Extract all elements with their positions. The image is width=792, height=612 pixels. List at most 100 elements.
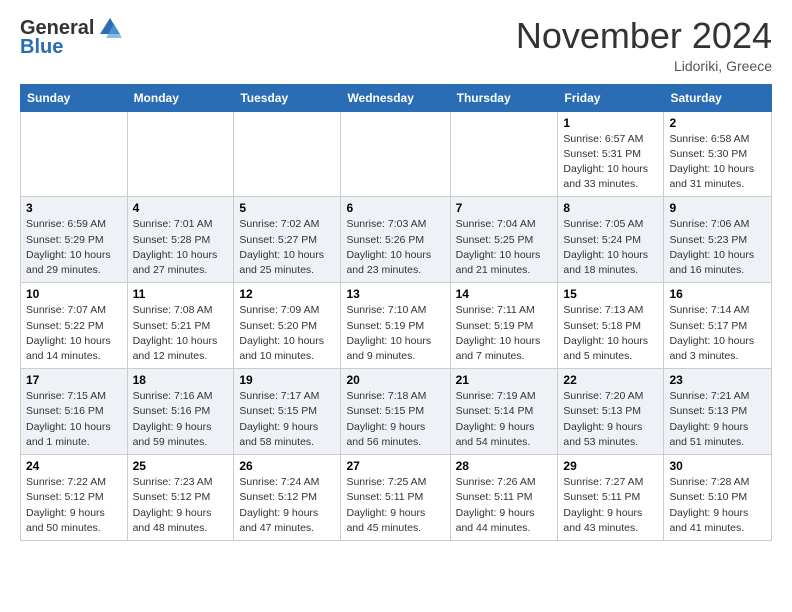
day-number: 16 bbox=[669, 287, 766, 301]
calendar-cell-2-6: 16 Sunrise: 7:14 AMSunset: 5:17 PMDayligh… bbox=[664, 283, 772, 369]
calendar-cell-4-6: 30 Sunrise: 7:28 AMSunset: 5:10 PMDayligh… bbox=[664, 455, 772, 541]
day-number: 25 bbox=[133, 459, 229, 473]
day-number: 12 bbox=[239, 287, 335, 301]
day-info: Sunrise: 7:06 AMSunset: 5:23 PMDaylight:… bbox=[669, 217, 766, 278]
day-info: Sunrise: 7:27 AMSunset: 5:11 PMDaylight:… bbox=[563, 475, 658, 536]
calendar-cell-0-3 bbox=[341, 111, 450, 197]
day-info: Sunrise: 7:25 AMSunset: 5:11 PMDaylight:… bbox=[346, 475, 444, 536]
day-info: Sunrise: 7:14 AMSunset: 5:17 PMDaylight:… bbox=[669, 303, 766, 364]
title-area: November 2024 Lidoriki, Greece bbox=[516, 16, 772, 74]
day-number: 26 bbox=[239, 459, 335, 473]
calendar-cell-0-1 bbox=[127, 111, 234, 197]
calendar-cell-3-0: 17Sunrise: 7:15 AMSunset: 5:16 PMDayligh… bbox=[21, 369, 128, 455]
day-info: Sunrise: 7:23 AMSunset: 5:12 PMDaylight:… bbox=[133, 475, 229, 536]
day-info: Sunrise: 7:28 AMSunset: 5:10 PMDaylight:… bbox=[669, 475, 766, 536]
calendar-cell-4-1: 25 Sunrise: 7:23 AMSunset: 5:12 PMDayligh… bbox=[127, 455, 234, 541]
day-info: Sunrise: 7:08 AMSunset: 5:21 PMDaylight:… bbox=[133, 303, 229, 364]
calendar-cell-2-2: 12 Sunrise: 7:09 AMSunset: 5:20 PMDayligh… bbox=[234, 283, 341, 369]
logo-area: General Blue bbox=[20, 16, 122, 59]
calendar-cell-2-4: 14 Sunrise: 7:11 AMSunset: 5:19 PMDayligh… bbox=[450, 283, 558, 369]
calendar-row-1: 3 Sunrise: 6:59 AMSunset: 5:29 PMDaylight… bbox=[21, 197, 772, 283]
day-number: 28 bbox=[456, 459, 553, 473]
calendar-cell-0-2 bbox=[234, 111, 341, 197]
header-thursday: Thursday bbox=[450, 84, 558, 111]
calendar-row-4: 24 Sunrise: 7:22 AMSunset: 5:12 PMDayligh… bbox=[21, 455, 772, 541]
calendar-cell-3-5: 22 Sunrise: 7:20 AMSunset: 5:13 PMDayligh… bbox=[558, 369, 664, 455]
header-saturday: Saturday bbox=[664, 84, 772, 111]
location: Lidoriki, Greece bbox=[516, 58, 772, 74]
day-number: 7 bbox=[456, 201, 553, 215]
calendar-cell-0-4 bbox=[450, 111, 558, 197]
day-number: 8 bbox=[563, 201, 658, 215]
day-info: Sunrise: 7:09 AMSunset: 5:20 PMDaylight:… bbox=[239, 303, 335, 364]
day-number: 24 bbox=[26, 459, 122, 473]
day-info: Sunrise: 7:24 AMSunset: 5:12 PMDaylight:… bbox=[239, 475, 335, 536]
calendar-cell-4-5: 29 Sunrise: 7:27 AMSunset: 5:11 PMDayligh… bbox=[558, 455, 664, 541]
day-info: Sunrise: 7:22 AMSunset: 5:12 PMDaylight:… bbox=[26, 475, 122, 536]
day-info: Sunrise: 7:03 AMSunset: 5:26 PMDaylight:… bbox=[346, 217, 444, 278]
day-info: Sunrise: 6:58 AMSunset: 5:30 PMDaylight:… bbox=[669, 132, 766, 193]
day-number: 30 bbox=[669, 459, 766, 473]
day-number: 10 bbox=[26, 287, 122, 301]
calendar-cell-3-2: 19 Sunrise: 7:17 AMSunset: 5:15 PMDayligh… bbox=[234, 369, 341, 455]
day-number: 15 bbox=[563, 287, 658, 301]
header-monday: Monday bbox=[127, 84, 234, 111]
day-number: 17 bbox=[26, 373, 122, 387]
day-info: Sunrise: 7:16 AMSunset: 5:16 PMDaylight:… bbox=[133, 389, 229, 450]
day-info: Sunrise: 7:26 AMSunset: 5:11 PMDaylight:… bbox=[456, 475, 553, 536]
calendar-cell-0-6: 2 Sunrise: 6:58 AMSunset: 5:30 PMDaylight… bbox=[664, 111, 772, 197]
calendar-cell-4-4: 28 Sunrise: 7:26 AMSunset: 5:11 PMDayligh… bbox=[450, 455, 558, 541]
day-number: 20 bbox=[346, 373, 444, 387]
day-info: Sunrise: 7:18 AMSunset: 5:15 PMDaylight:… bbox=[346, 389, 444, 450]
calendar-cell-3-6: 23Sunrise: 7:21 AMSunset: 5:13 PMDayligh… bbox=[664, 369, 772, 455]
day-number: 6 bbox=[346, 201, 444, 215]
header-wednesday: Wednesday bbox=[341, 84, 450, 111]
calendar-cell-0-0 bbox=[21, 111, 128, 197]
day-info: Sunrise: 7:21 AMSunset: 5:13 PMDaylight:… bbox=[669, 389, 766, 450]
calendar-cell-1-2: 5Sunrise: 7:02 AMSunset: 5:27 PMDaylight… bbox=[234, 197, 341, 283]
day-number: 2 bbox=[669, 116, 766, 130]
calendar-cell-2-5: 15 Sunrise: 7:13 AMSunset: 5:18 PMDayligh… bbox=[558, 283, 664, 369]
calendar-cell-3-3: 20 Sunrise: 7:18 AMSunset: 5:15 PMDayligh… bbox=[341, 369, 450, 455]
day-number: 22 bbox=[563, 373, 658, 387]
logo-blue-text: Blue bbox=[20, 36, 63, 59]
day-number: 18 bbox=[133, 373, 229, 387]
calendar-cell-2-0: 10Sunrise: 7:07 AMSunset: 5:22 PMDayligh… bbox=[21, 283, 128, 369]
day-info: Sunrise: 7:04 AMSunset: 5:25 PMDaylight:… bbox=[456, 217, 553, 278]
month-title: November 2024 bbox=[516, 16, 772, 56]
day-info: Sunrise: 6:57 AMSunset: 5:31 PMDaylight:… bbox=[563, 132, 658, 193]
header-sunday: Sunday bbox=[21, 84, 128, 111]
day-number: 29 bbox=[563, 459, 658, 473]
day-number: 19 bbox=[239, 373, 335, 387]
calendar-cell-1-5: 8 Sunrise: 7:05 AMSunset: 5:24 PMDaylight… bbox=[558, 197, 664, 283]
logo-icon bbox=[98, 16, 122, 40]
day-info: Sunrise: 7:11 AMSunset: 5:19 PMDaylight:… bbox=[456, 303, 553, 364]
day-info: Sunrise: 7:05 AMSunset: 5:24 PMDaylight:… bbox=[563, 217, 658, 278]
calendar-cell-4-2: 26 Sunrise: 7:24 AMSunset: 5:12 PMDayligh… bbox=[234, 455, 341, 541]
day-info: Sunrise: 7:19 AMSunset: 5:14 PMDaylight:… bbox=[456, 389, 553, 450]
calendar-cell-1-6: 9Sunrise: 7:06 AMSunset: 5:23 PMDaylight… bbox=[664, 197, 772, 283]
calendar-cell-1-3: 6 Sunrise: 7:03 AMSunset: 5:26 PMDaylight… bbox=[341, 197, 450, 283]
calendar-cell-3-4: 21 Sunrise: 7:19 AMSunset: 5:14 PMDayligh… bbox=[450, 369, 558, 455]
day-number: 13 bbox=[346, 287, 444, 301]
day-info: Sunrise: 6:59 AMSunset: 5:29 PMDaylight:… bbox=[26, 217, 122, 278]
calendar-row-0: 1Sunrise: 6:57 AMSunset: 5:31 PMDaylight… bbox=[21, 111, 772, 197]
calendar-cell-4-3: 27Sunrise: 7:25 AMSunset: 5:11 PMDayligh… bbox=[341, 455, 450, 541]
day-number: 5 bbox=[239, 201, 335, 215]
day-info: Sunrise: 7:13 AMSunset: 5:18 PMDaylight:… bbox=[563, 303, 658, 364]
calendar-cell-1-4: 7 Sunrise: 7:04 AMSunset: 5:25 PMDaylight… bbox=[450, 197, 558, 283]
day-info: Sunrise: 7:17 AMSunset: 5:15 PMDaylight:… bbox=[239, 389, 335, 450]
calendar-cell-3-1: 18 Sunrise: 7:16 AMSunset: 5:16 PMDayligh… bbox=[127, 369, 234, 455]
calendar-row-3: 17Sunrise: 7:15 AMSunset: 5:16 PMDayligh… bbox=[21, 369, 772, 455]
header-tuesday: Tuesday bbox=[234, 84, 341, 111]
day-number: 3 bbox=[26, 201, 122, 215]
day-number: 21 bbox=[456, 373, 553, 387]
day-info: Sunrise: 7:20 AMSunset: 5:13 PMDaylight:… bbox=[563, 389, 658, 450]
calendar-cell-1-1: 4Sunrise: 7:01 AMSunset: 5:28 PMDaylight… bbox=[127, 197, 234, 283]
header-friday: Friday bbox=[558, 84, 664, 111]
calendar-cell-2-1: 11Sunrise: 7:08 AMSunset: 5:21 PMDayligh… bbox=[127, 283, 234, 369]
header: General Blue November 2024 Lidoriki, Gre… bbox=[20, 16, 772, 74]
day-number: 14 bbox=[456, 287, 553, 301]
day-info: Sunrise: 7:01 AMSunset: 5:28 PMDaylight:… bbox=[133, 217, 229, 278]
calendar-cell-0-5: 1Sunrise: 6:57 AMSunset: 5:31 PMDaylight… bbox=[558, 111, 664, 197]
